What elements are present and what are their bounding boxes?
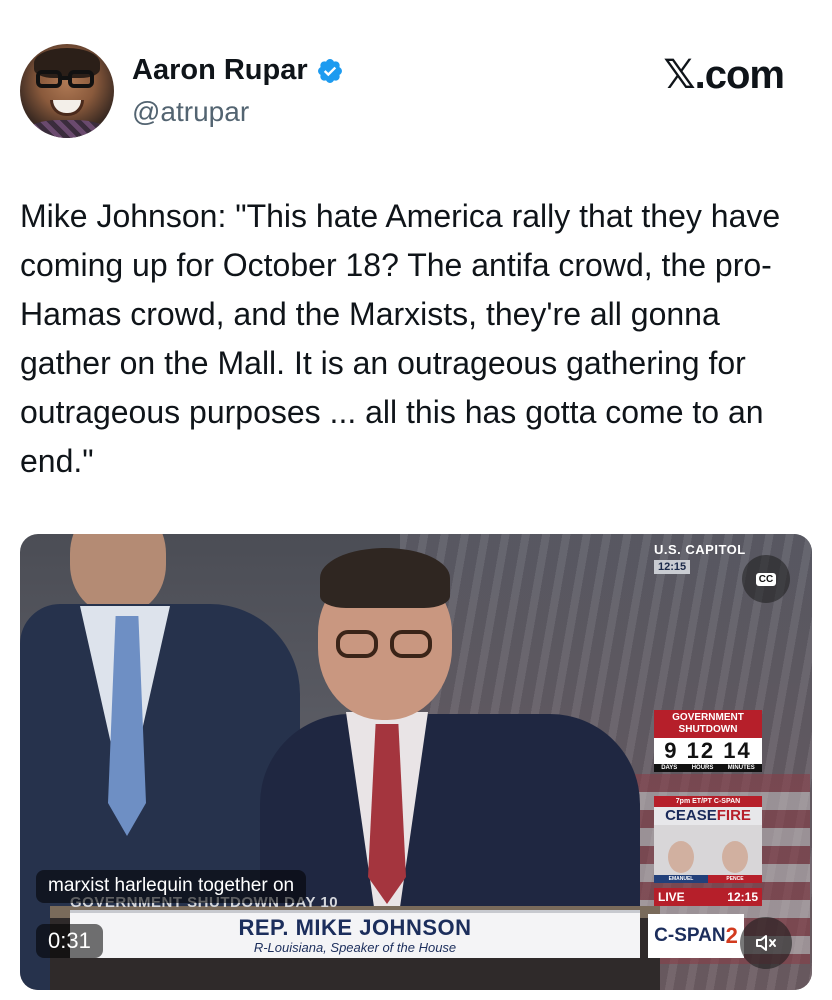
video-player[interactable]: U.S. CAPITOL 12:15 CC GOVERNMENT SHUTDOW… [20, 534, 812, 990]
lower-third-name: REP. MIKE JOHNSON [238, 915, 472, 940]
cspan-logo-number: 2 [725, 923, 738, 948]
avatar-glasses-right [68, 70, 94, 88]
shutdown-label: GOVERNMENT SHUTDOWN [654, 710, 762, 738]
ceasefire-guests: EMANUEL PENCE [654, 825, 762, 883]
author-avatar[interactable] [20, 44, 114, 138]
ceasefire-title-a: CEASE [665, 807, 717, 824]
cc-icon: CC [755, 572, 777, 586]
ceasefire-title-b: FIRE [716, 807, 751, 824]
closed-captions-button[interactable]: CC [742, 555, 790, 603]
cspan-logo-name: C-SPAN [654, 925, 726, 946]
shutdown-counter: GOVERNMENT SHUTDOWN 9 12 14 DAYS HOURS M… [654, 710, 762, 772]
shutdown-unit-days: DAYS [661, 765, 678, 771]
author-name-row: Aaron Rupar [132, 54, 344, 87]
author-name[interactable]: Aaron Rupar [132, 54, 308, 87]
guest-left-face [668, 841, 694, 873]
speaker-glasses-left-lens [336, 630, 378, 658]
ceasefire-time-label: 7pm ET/PT C-SPAN [654, 796, 762, 807]
live-label: LIVE [658, 890, 685, 904]
avatar-glasses-bridge [61, 76, 69, 80]
avatar-shirt [26, 120, 108, 138]
cspan-logo: C-SPAN 2 [648, 914, 744, 958]
speaker-hair [320, 548, 450, 608]
shutdown-unit-hours: HOURS [691, 765, 714, 771]
tweet-text: Mike Johnson: "This hate America rally t… [20, 198, 781, 479]
lower-third: REP. MIKE JOHNSON R-Louisiana, Speaker o… [70, 910, 640, 958]
live-time: 12:15 [727, 890, 758, 904]
tweet-header: Aaron Rupar @atrupar 𝕏.com [20, 44, 810, 140]
lower-third-subtitle: R-Louisiana, Speaker of the House [253, 940, 457, 955]
location-bug-time: 12:15 [654, 560, 691, 574]
video-timecode: 0:31 [36, 924, 103, 958]
live-indicator: LIVE 12:15 [654, 888, 762, 906]
speaker-glasses-right-lens [390, 630, 432, 658]
ceasefire-promo: 7pm ET/PT C-SPAN CEASEFIRE EMANUEL PENCE [654, 796, 762, 883]
guest-right-name: PENCE [708, 875, 762, 883]
x-logo[interactable]: 𝕏.com [663, 52, 785, 98]
avatar-glasses-left [36, 70, 62, 88]
author-handle[interactable]: @atrupar [132, 96, 249, 128]
shutdown-count: 9 12 14 [654, 738, 762, 764]
guest-right-face [722, 841, 748, 873]
person-left-head [70, 534, 166, 614]
verified-badge-icon [317, 58, 342, 83]
ceasefire-guest-right: PENCE [708, 825, 762, 883]
speaker-muted-icon [756, 935, 776, 951]
shutdown-units: DAYS HOURS MINUTES [654, 764, 762, 772]
ceasefire-guest-left: EMANUEL [654, 825, 708, 883]
ceasefire-title: CEASEFIRE [654, 807, 762, 825]
shutdown-unit-minutes: MINUTES [727, 765, 755, 771]
avatar-smile [50, 100, 84, 116]
video-caption: marxist harlequin together on [36, 870, 307, 903]
mute-button[interactable] [740, 917, 792, 969]
guest-left-name: EMANUEL [654, 875, 708, 883]
location-bug-title: U.S. CAPITOL [654, 542, 746, 557]
speaker-glasses [336, 630, 436, 660]
